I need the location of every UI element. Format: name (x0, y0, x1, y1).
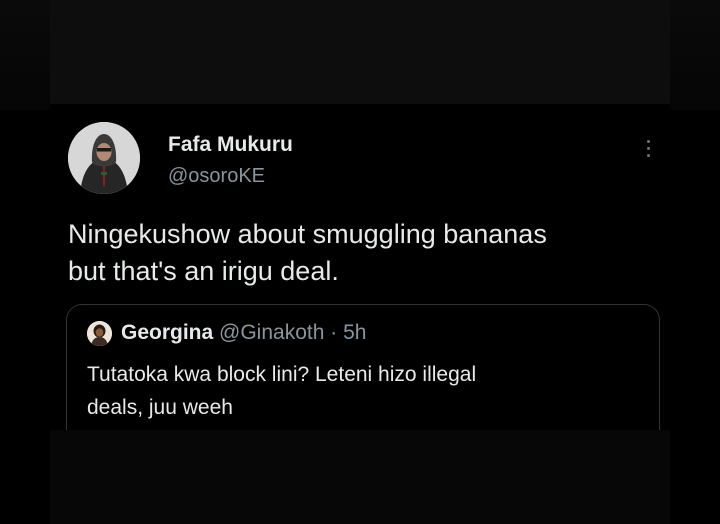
quoted-author-handle[interactable]: @Ginakoth (219, 321, 324, 344)
tweet-text-line: but that's an irigu deal. (68, 256, 339, 286)
author-avatar[interactable] (68, 122, 140, 194)
quoted-tweet-header: Georgina @Ginakoth · 5h (121, 321, 366, 345)
quoted-separator: · (330, 321, 338, 344)
quoted-tweet[interactable]: Georgina @Ginakoth · 5h Tutatoka kwa blo… (66, 304, 660, 445)
author-handle[interactable]: @osoroKE (168, 165, 265, 188)
quoted-author-name[interactable]: Georgina (121, 321, 213, 344)
quoted-timestamp[interactable]: 5h (343, 321, 366, 344)
tweet-card[interactable]: Fafa Mukuru @osoroKE Ningekushow about s… (50, 104, 670, 445)
tweet-text: Ningekushow about smuggling bananas but … (68, 216, 658, 290)
quoted-tweet-text: Tutatoka kwa block lini? Leteni hizo ill… (87, 358, 647, 424)
author-name[interactable]: Fafa Mukuru (168, 133, 293, 157)
tweet-text-line: Ningekushow about smuggling bananas (68, 219, 547, 249)
quoted-author-avatar-image (87, 321, 112, 346)
quoted-text-line: Tutatoka kwa block lini? Leteni hizo ill… (87, 363, 477, 386)
previous-post-area (50, 0, 670, 104)
next-post-area (50, 430, 670, 524)
quoted-author-avatar[interactable] (87, 321, 112, 346)
author-avatar-image (68, 122, 140, 194)
more-vertical-icon[interactable] (638, 134, 658, 162)
quoted-text-line: deals, juu weeh (87, 396, 233, 419)
